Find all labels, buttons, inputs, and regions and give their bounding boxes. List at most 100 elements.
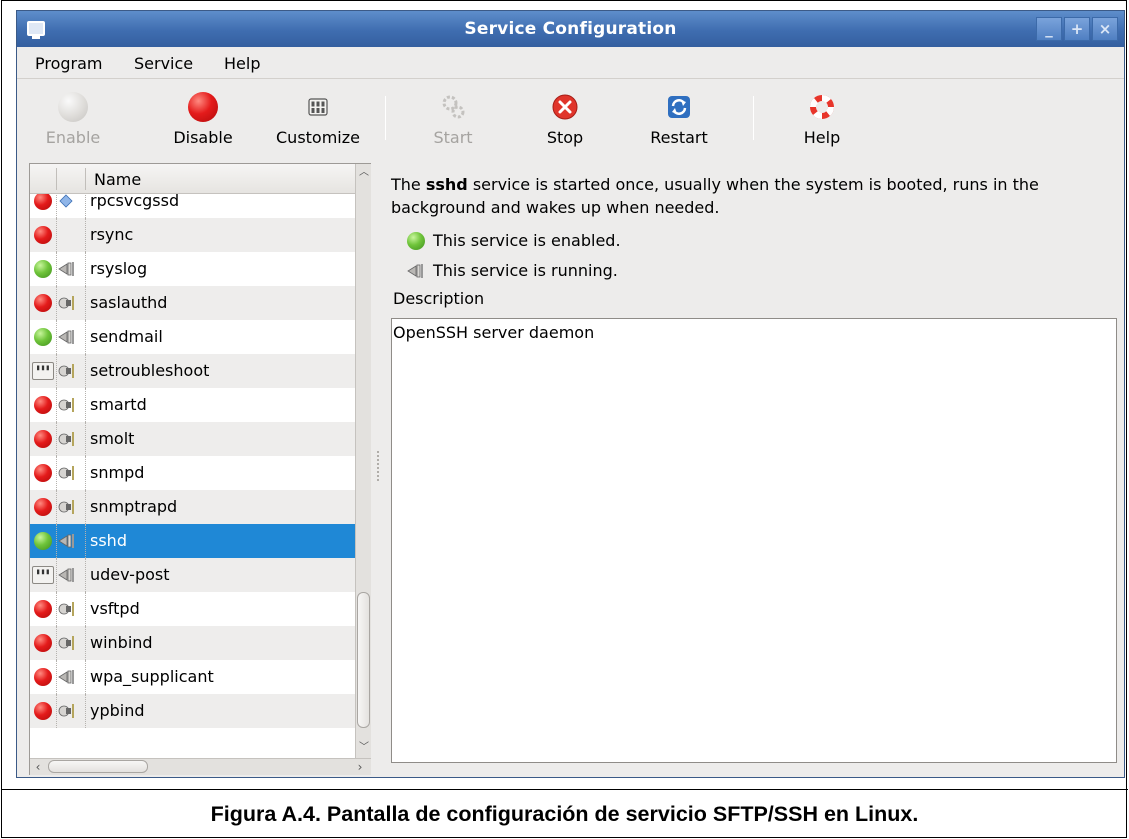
disabled-status-icon <box>34 668 52 686</box>
start-button[interactable]: Start <box>415 80 491 154</box>
close-button[interactable]: × <box>1092 17 1118 41</box>
plug-stopped-icon <box>58 635 80 651</box>
summary-prefix: The <box>391 175 426 194</box>
scroll-up-arrow[interactable]: ︿ <box>357 165 371 181</box>
menu-help[interactable]: Help <box>224 54 260 73</box>
disabled-status-icon <box>34 294 52 312</box>
disabled-status-icon <box>34 396 52 414</box>
plug-running-icon <box>58 329 80 345</box>
running-text: This service is running. <box>433 261 618 280</box>
help-button[interactable]: Help <box>787 80 857 154</box>
service-name: winbind <box>90 633 153 652</box>
plug-running-icon <box>58 669 80 685</box>
tree-line <box>85 660 86 694</box>
scroll-down-arrow[interactable]: ﹀ <box>357 740 371 756</box>
tree-line <box>85 524 86 558</box>
tree-line <box>85 456 86 490</box>
service-name: wpa_supplicant <box>90 667 214 686</box>
title-bar[interactable]: Service Configuration _ + × <box>17 11 1124 47</box>
plug-stopped-icon <box>58 703 80 719</box>
tree-line <box>56 286 57 320</box>
enabled-status-icon <box>34 260 52 278</box>
disabled-status-icon <box>34 634 52 652</box>
summary-suffix: service is started once, usually when th… <box>391 175 1039 217</box>
disabled-status-icon <box>34 194 52 210</box>
tree-line <box>56 194 57 218</box>
list-item[interactable]: ▮▮▮ setroubleshoot <box>30 354 355 388</box>
tree-line <box>56 354 57 388</box>
minimize-button[interactable]: _ <box>1036 17 1062 41</box>
list-item[interactable]: sshd <box>30 524 355 558</box>
list-item[interactable]: rpcsvcgssd <box>30 194 355 218</box>
tree-line <box>85 388 86 422</box>
customized-status-icon: ▮▮▮ <box>32 566 54 584</box>
vertical-scroll-thumb[interactable] <box>357 592 370 728</box>
plug-stopped-icon <box>58 499 80 515</box>
list-item[interactable]: snmptrapd <box>30 490 355 524</box>
tree-line <box>85 694 86 728</box>
enabled-status-icon <box>34 532 52 550</box>
service-list[interactable]: Name rpcsvcgssd rsync rsyslog saslauthd send… <box>29 163 371 775</box>
customized-status-icon: ▮▮▮ <box>32 362 54 380</box>
tree-line <box>56 252 57 286</box>
tree-line <box>56 626 57 660</box>
list-item[interactable]: smolt <box>30 422 355 456</box>
plug-stopped-icon <box>58 295 80 311</box>
disable-button[interactable]: Disable <box>163 80 243 154</box>
list-item[interactable]: snmpd <box>30 456 355 490</box>
stop-button[interactable]: Stop <box>527 80 603 154</box>
description-box[interactable]: OpenSSH server daemon <box>391 318 1117 763</box>
toolbar: Enable Disable Customize Start Stop Rest… <box>17 80 1124 154</box>
tree-line <box>85 626 86 660</box>
horizontal-scroll-thumb[interactable] <box>48 760 148 773</box>
tree-line <box>56 320 57 354</box>
plug-running-icon <box>58 533 80 549</box>
enable-button[interactable]: Enable <box>37 80 109 154</box>
tree-line <box>85 252 86 286</box>
list-item[interactable]: vsftpd <box>30 592 355 626</box>
list-item[interactable]: smartd <box>30 388 355 422</box>
pane-resize-handle[interactable] <box>377 451 380 481</box>
service-name: smolt <box>90 429 135 448</box>
horizontal-scrollbar[interactable]: ‹ › <box>30 758 371 775</box>
maximize-button[interactable]: + <box>1064 17 1090 41</box>
list-item[interactable]: ▮▮▮ udev-post <box>30 558 355 592</box>
restart-button[interactable]: Restart <box>634 80 724 154</box>
tree-line <box>85 194 86 218</box>
tree-line <box>85 320 86 354</box>
restart-label: Restart <box>650 128 708 147</box>
service-name: sshd <box>90 531 127 550</box>
service-name: snmpd <box>90 463 145 482</box>
toolbar-separator <box>753 96 754 140</box>
tree-line <box>56 422 57 456</box>
service-name: sendmail <box>90 327 163 346</box>
service-name: vsftpd <box>90 599 140 618</box>
list-item[interactable]: ypbind <box>30 694 355 728</box>
plug-stopped-icon <box>58 431 80 447</box>
tree-line <box>56 660 57 694</box>
customize-button[interactable]: Customize <box>263 80 373 154</box>
plug-stopped-icon <box>58 465 80 481</box>
start-label: Start <box>433 128 473 147</box>
help-label: Help <box>803 128 841 147</box>
figure-caption: Figura A.4. Pantalla de configuración de… <box>210 802 919 826</box>
list-header[interactable]: Name <box>30 164 355 194</box>
description-text: OpenSSH server daemon <box>393 323 595 342</box>
scroll-right-arrow[interactable]: › <box>352 759 368 775</box>
service-name: rsyslog <box>90 259 148 278</box>
disable-label: Disable <box>173 128 233 147</box>
list-item[interactable]: sendmail <box>30 320 355 354</box>
list-item[interactable]: wpa_supplicant <box>30 660 355 694</box>
vertical-scrollbar[interactable]: ︿ ﹀ <box>355 164 371 758</box>
scroll-left-arrow[interactable]: ‹ <box>30 759 46 775</box>
menu-service[interactable]: Service <box>134 54 193 73</box>
list-item[interactable]: rsync <box>30 218 355 252</box>
plug-running-icon <box>407 262 425 280</box>
list-item[interactable]: rsyslog <box>30 252 355 286</box>
menu-program[interactable]: Program <box>35 54 103 73</box>
name-column-header[interactable]: Name <box>94 170 141 189</box>
customize-label: Customize <box>276 128 360 147</box>
tree-line <box>56 456 57 490</box>
list-item[interactable]: saslauthd <box>30 286 355 320</box>
list-item[interactable]: winbind <box>30 626 355 660</box>
